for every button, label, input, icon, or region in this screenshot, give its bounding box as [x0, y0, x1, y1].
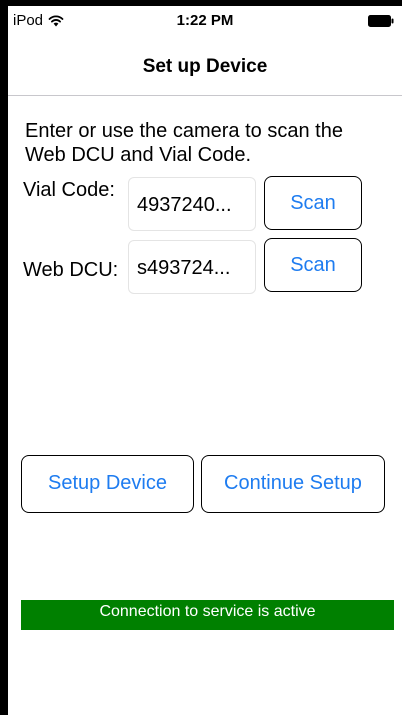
navigation-bar: Set up Device — [8, 36, 402, 96]
vial-code-field[interactable]: 4937240... — [128, 177, 256, 231]
vial-code-label: Vial Code: — [23, 179, 115, 201]
scan-vial-code-button[interactable]: Scan — [264, 176, 362, 230]
status-bar: iPod 1:22 PM — [8, 6, 402, 36]
battery-icon — [368, 15, 394, 27]
device-screen: iPod 1:22 PM Set up Device Enter or use … — [8, 6, 402, 715]
scan-web-dcu-button[interactable]: Scan — [264, 238, 362, 292]
instructions-text: Enter or use the camera to scan the Web … — [25, 120, 343, 166]
web-dcu-label: Web DCU: — [23, 259, 119, 281]
setup-device-button[interactable]: Setup Device — [21, 455, 194, 513]
continue-setup-button[interactable]: Continue Setup — [201, 455, 385, 513]
page-title: Set up Device — [142, 56, 268, 77]
web-dcu-field[interactable]: s493724... — [128, 240, 256, 294]
clock: 1:22 PM — [176, 12, 234, 29]
connection-status-banner: Connection to service is active — [21, 600, 394, 630]
